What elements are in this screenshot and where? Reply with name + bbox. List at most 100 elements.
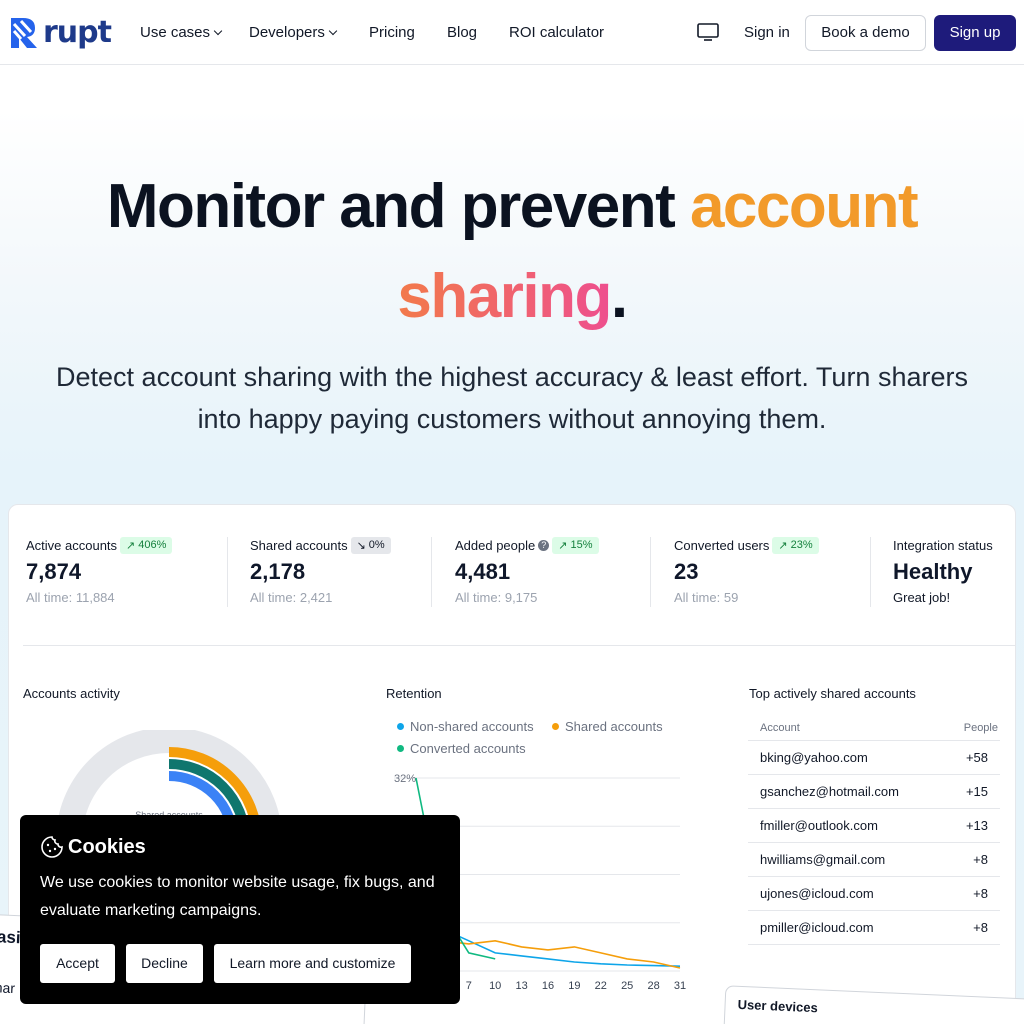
trend-badge-value: 406% — [138, 539, 167, 551]
table-row[interactable]: fmiller@outlook.com +13 — [748, 809, 1000, 843]
learn-more-button[interactable]: Learn more and customize — [214, 944, 411, 983]
row-people: +8 — [973, 886, 988, 901]
top-nav: rupt Use cases Developers Pricing Blog R… — [0, 0, 1024, 65]
cookie-banner: Cookies We use cookies to monitor websit… — [20, 815, 460, 1004]
x-tick-label: 16 — [542, 980, 554, 992]
col-account: Account — [760, 721, 800, 734]
table-row[interactable]: ujones@icloud.com +8 — [748, 877, 1000, 911]
cookie-title: Cookies — [40, 835, 146, 859]
row-account: ujones@icloud.com — [760, 886, 874, 901]
hero-title-part1: Monitor and prevent — [106, 172, 676, 241]
table-header: Account People — [748, 715, 1000, 741]
hero-title-line1: Monitor and prevent account — [0, 162, 1024, 252]
sign-in-link[interactable]: Sign in — [744, 24, 790, 42]
accept-button[interactable]: Accept — [40, 944, 115, 983]
legend-non-shared[interactable]: Non-shared accounts — [397, 719, 534, 734]
retention-title: Retention — [386, 686, 442, 701]
top-shared-title: Top actively shared accounts — [749, 686, 916, 701]
stat-value: 4,481 — [455, 559, 511, 584]
stat-label: Added people — [455, 537, 536, 553]
x-tick-label: 7 — [466, 980, 472, 992]
accounts-activity-title: Accounts activity — [23, 686, 120, 701]
decline-button[interactable]: Decline — [126, 944, 203, 983]
brand-name: rupt — [43, 15, 112, 50]
legend-label: Shared accounts — [565, 719, 663, 734]
nav-developers[interactable]: Developers — [249, 24, 338, 42]
nav-roi-calculator[interactable]: ROI calculator — [509, 24, 604, 42]
stat-value: 7,874 — [26, 559, 82, 584]
hero-title-period: . — [610, 262, 628, 331]
row-account: bking@yahoo.com — [760, 750, 868, 765]
trend-badge: ↗ 15% — [552, 536, 599, 554]
top-shared-table: Account People bking@yahoo.com +58 gsanch… — [748, 715, 1000, 945]
table-row[interactable]: pmiller@icloud.com +8 — [748, 911, 1000, 945]
y-tick-label: 32% — [394, 773, 416, 785]
trend-badge: ↗ 23% — [772, 536, 819, 554]
legend-shared[interactable]: Shared accounts — [552, 719, 663, 734]
trend-badge-value: 0% — [368, 539, 385, 551]
trend-up-icon: ↗ — [126, 539, 136, 552]
user-devices-title: User devices — [737, 996, 819, 1016]
x-tick-label: 31 — [674, 980, 686, 992]
trend-down-icon: ↘ — [356, 539, 366, 552]
divider — [23, 645, 1015, 646]
nav-blog[interactable]: Blog — [447, 24, 477, 42]
stat-all-time: All time: 2,421 — [250, 590, 333, 605]
row-people: +8 — [973, 920, 988, 935]
stat-added-people: Added people ? ↗ 15% 4,481 All time: 9,17… — [455, 535, 599, 605]
rupt-logo-icon — [11, 18, 37, 48]
stat-label: Active accounts — [26, 537, 118, 553]
nav-developers-label: Developers — [249, 24, 325, 41]
hero-title-line2: sharing. — [0, 252, 1024, 342]
legend-converted[interactable]: Converted accounts — [397, 741, 526, 756]
stat-status-note: Great job! — [893, 590, 951, 605]
sign-up-button[interactable]: Sign up — [934, 15, 1016, 51]
x-tick-label: 22 — [595, 980, 607, 992]
stat-shared-accounts: Shared accounts ↘ 0% 2,178 All time: 2,42… — [250, 535, 391, 605]
legend-label: Non-shared accounts — [410, 719, 534, 734]
x-tick-label: 19 — [568, 980, 580, 992]
monitor-icon[interactable] — [697, 22, 719, 42]
nav-pricing[interactable]: Pricing — [369, 24, 415, 42]
table-row[interactable]: hwilliams@gmail.com +8 — [748, 843, 1000, 877]
book-demo-button[interactable]: Book a demo — [805, 15, 926, 51]
trend-badge: ↘ 0% — [350, 536, 391, 554]
divider — [870, 537, 871, 607]
stat-label: Shared accounts — [250, 537, 348, 553]
stat-active-accounts: Active accounts ↗ 406% 7,874 All time: 11… — [26, 535, 173, 605]
x-tick-label: 25 — [621, 980, 633, 992]
chevron-down-icon — [213, 26, 223, 36]
cookie-icon — [41, 836, 63, 858]
row-account: gsanchez@hotmail.com — [760, 784, 899, 799]
table-row[interactable]: bking@yahoo.com +58 — [748, 741, 1000, 775]
trend-badge-value: 15% — [570, 539, 593, 551]
stat-label: Integration status — [893, 537, 993, 553]
stat-value: 2,178 — [250, 559, 306, 584]
row-people: +13 — [965, 818, 988, 833]
stat-all-time: All time: 59 — [674, 590, 739, 605]
cookie-title-text: Cookies — [68, 835, 146, 858]
row-account: fmiller@outlook.com — [760, 818, 878, 833]
legend-label: Converted accounts — [410, 741, 526, 756]
stat-label: Converted users — [674, 537, 770, 553]
divider — [227, 537, 228, 607]
trend-up-icon: ↗ — [778, 539, 788, 552]
legend-dot — [552, 723, 559, 730]
divider — [650, 537, 651, 607]
hero-title-highlight-account: account — [689, 172, 919, 241]
hero-title-highlight-sharing: sharing — [397, 262, 612, 331]
cookie-text: We use cookies to monitor website usage,… — [40, 874, 435, 919]
brand-logo[interactable]: rupt — [9, 15, 112, 51]
legend-dot — [397, 723, 404, 730]
x-tick-label: 28 — [647, 980, 659, 992]
trend-badge: ↗ 406% — [120, 536, 173, 554]
row-account: pmiller@icloud.com — [760, 920, 874, 935]
nav-use-cases[interactable]: Use cases — [140, 24, 223, 42]
row-account: hwilliams@gmail.com — [760, 852, 886, 867]
stat-all-time: All time: 9,175 — [455, 590, 538, 605]
stat-all-time: All time: 11,884 — [26, 590, 115, 605]
x-tick-label: 13 — [515, 980, 527, 992]
row-people: +8 — [973, 852, 988, 867]
table-row[interactable]: gsanchez@hotmail.com +15 — [748, 775, 1000, 809]
help-icon[interactable]: ? — [538, 539, 550, 551]
